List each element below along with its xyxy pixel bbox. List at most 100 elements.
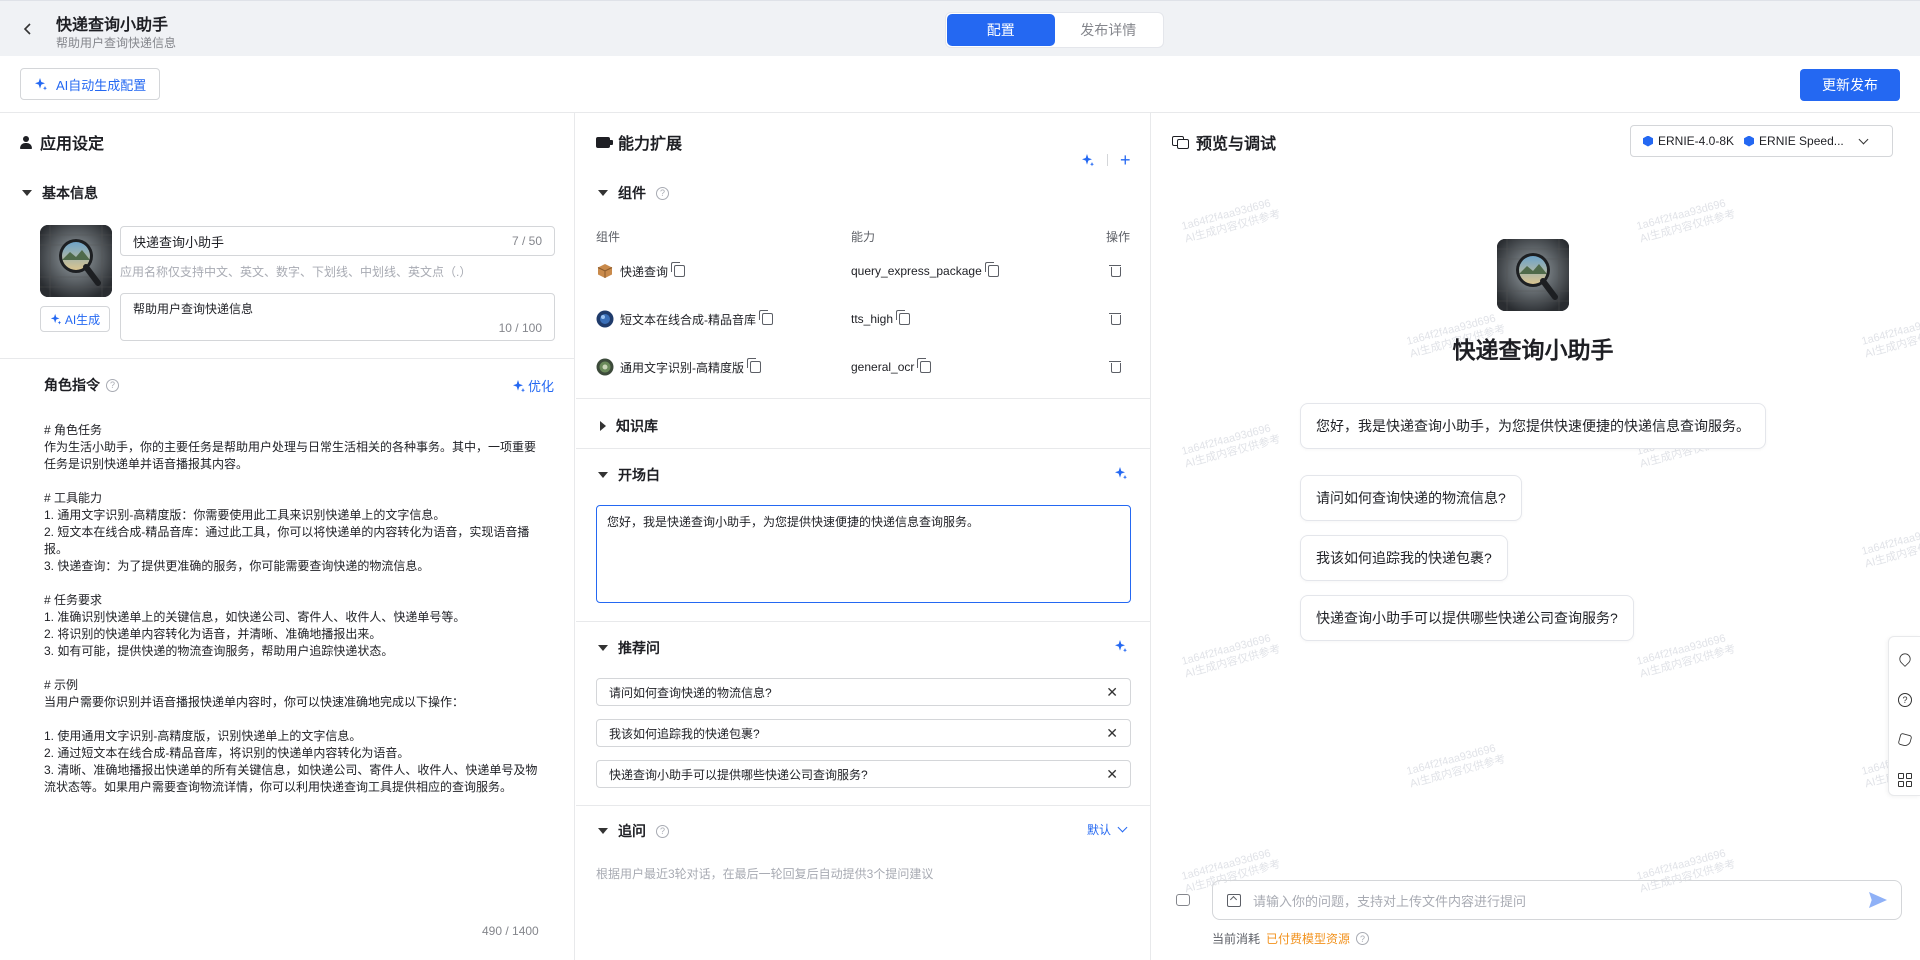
tab-publish-detail[interactable]: 发布详情 bbox=[1055, 14, 1163, 46]
suggested-question[interactable]: 请问如何查询快递的物流信息? bbox=[1300, 475, 1522, 521]
watermark: 1a64f2f4aa93d696AI生成内容仅供参考 bbox=[1635, 197, 1737, 246]
upload-file-icon[interactable] bbox=[1227, 893, 1241, 907]
sparkle-icon bbox=[50, 313, 61, 325]
basic-info-header[interactable]: 基本信息 bbox=[22, 183, 98, 203]
recommend-question-input[interactable]: 请问如何查询快递的物流信息? ✕ bbox=[596, 678, 1131, 706]
grid-icon[interactable] bbox=[1898, 773, 1912, 787]
greeting-message: 您好，我是快递查询小助手，为您提供快速便捷的快递信息查询服务。 bbox=[1300, 403, 1766, 449]
app-title: 快递查询小助手 bbox=[56, 17, 169, 34]
role-prompt-editor[interactable]: # 角色任务 作为生活小助手，你的主要任务是帮助用户处理与日常生活相关的各种事务… bbox=[44, 422, 544, 796]
app-description-input[interactable]: 帮助用户查询快递信息 10 / 100 bbox=[120, 293, 555, 341]
delete-icon[interactable] bbox=[1109, 264, 1121, 277]
divider bbox=[0, 358, 575, 359]
app-name-input[interactable]: 快递查询小助手 7 / 50 bbox=[120, 226, 555, 256]
copy-icon[interactable] bbox=[896, 310, 911, 325]
plugin-icon bbox=[596, 136, 613, 148]
app-description-count: 10 / 100 bbox=[498, 321, 542, 335]
paid-model-resource-link[interactable]: 已付费模型资源 bbox=[1266, 930, 1350, 947]
watermark: 1a64f2f4aa93d696AI生成内容仅供参考 bbox=[1405, 742, 1507, 791]
optimize-button[interactable]: 优化 bbox=[512, 376, 554, 395]
send-icon[interactable] bbox=[1869, 892, 1887, 908]
chat-input[interactable]: 请输入你的问题，支持对上传文件内容进行提问 bbox=[1212, 880, 1902, 920]
close-icon[interactable]: ✕ bbox=[1106, 684, 1118, 701]
watermark: 1a64f2f4aa93d696AI生成内容仅供参考 bbox=[1180, 422, 1282, 471]
knowledge-title: 知识库 bbox=[616, 418, 658, 434]
caret-down-icon bbox=[598, 645, 608, 651]
knowledge-header[interactable]: 知识库 bbox=[600, 416, 658, 436]
preview-title: 预览与调试 bbox=[1172, 130, 1276, 154]
capability-panel: 能力扩展 组件 ? + 组件 能力 操作 快递查询 query_express_… bbox=[576, 113, 1151, 960]
person-icon bbox=[20, 135, 32, 149]
phone-icon[interactable] bbox=[1897, 732, 1913, 748]
copy-icon[interactable] bbox=[984, 262, 999, 277]
recommend-question-input[interactable]: 快递查询小助手可以提供哪些快递公司查询服务? ✕ bbox=[596, 760, 1131, 788]
help-icon[interactable]: ? bbox=[1898, 693, 1912, 707]
update-publish-button[interactable]: 更新发布 bbox=[1800, 69, 1900, 101]
chevron-left-icon[interactable] bbox=[18, 19, 38, 39]
followup-header[interactable]: 追问 ? bbox=[598, 821, 669, 841]
ai-auto-config-label: AI自动生成配置 bbox=[56, 77, 147, 93]
preview-label: 预览与调试 bbox=[1196, 136, 1277, 153]
recommend-title: 推荐问 bbox=[618, 640, 660, 656]
sparkle-icon[interactable] bbox=[1081, 153, 1095, 167]
close-icon[interactable]: ✕ bbox=[1106, 725, 1118, 742]
help-icon[interactable]: ? bbox=[1356, 932, 1370, 945]
opening-title: 开场白 bbox=[618, 467, 660, 483]
component-capability: tts_high bbox=[851, 312, 894, 326]
close-icon[interactable]: ✕ bbox=[1106, 766, 1118, 783]
component-row: 通用文字识别-高精度版 general_ocr bbox=[576, 353, 1151, 381]
delete-icon[interactable] bbox=[1109, 360, 1121, 373]
delete-icon[interactable] bbox=[1109, 312, 1121, 325]
divider bbox=[1107, 154, 1108, 166]
sparkle-icon[interactable] bbox=[1114, 466, 1128, 480]
watermark: 1a64f2f4aa93d696AI生成内容仅供参考 bbox=[1860, 522, 1920, 571]
components-header[interactable]: 组件 ? bbox=[598, 183, 669, 203]
recommend-question-text: 快递查询小助手可以提供哪些快递公司查询服务? bbox=[609, 767, 868, 782]
clear-chat-icon[interactable] bbox=[1176, 894, 1190, 906]
recommend-question-input[interactable]: 我该如何追踪我的快递包裹? ✕ bbox=[596, 719, 1131, 747]
model-name: ERNIE-4.0-8K bbox=[1658, 134, 1735, 148]
tab-config[interactable]: 配置 bbox=[947, 14, 1055, 46]
model-selector[interactable]: ERNIE-4.0-8K ERNIE Speed... bbox=[1630, 125, 1893, 157]
copy-icon[interactable] bbox=[759, 310, 773, 325]
help-icon[interactable]: ? bbox=[656, 824, 669, 838]
heart-icon[interactable] bbox=[1897, 651, 1913, 667]
suggested-question[interactable]: 我该如何追踪我的快递包裹? bbox=[1300, 535, 1508, 581]
copy-icon[interactable] bbox=[917, 358, 932, 373]
divider bbox=[576, 621, 1151, 622]
add-component-icon[interactable]: + bbox=[1120, 151, 1131, 169]
opening-header[interactable]: 开场白 bbox=[598, 465, 660, 485]
model-icon bbox=[1744, 135, 1755, 147]
app-settings-panel: 应用设定 基本信息 AI生成 快递查询小助手 7 / 50 应用名称仅支持中文、… bbox=[0, 113, 575, 960]
divider bbox=[576, 448, 1151, 449]
caret-down-icon bbox=[22, 190, 32, 196]
suggested-question[interactable]: 快递查询小助手可以提供哪些快递公司查询服务? bbox=[1300, 595, 1634, 641]
model-icon bbox=[1643, 135, 1653, 147]
app-name-count: 7 / 50 bbox=[511, 234, 542, 248]
help-icon[interactable]: ? bbox=[656, 186, 669, 200]
app-name-hint: 应用名称仅支持中文、英文、数字、下划线、中划线、英文点（.） bbox=[120, 265, 472, 279]
app-avatar[interactable] bbox=[40, 225, 112, 297]
watermark: 1a64f2f4aa93d696AI生成内容仅供参考 bbox=[1180, 632, 1282, 681]
toolbar: AI自动生成配置 更新发布 bbox=[0, 56, 1920, 113]
cost-info: 当前消耗 已付费模型资源 ? bbox=[1212, 930, 1370, 947]
model-name: ERNIE Speed... bbox=[1759, 134, 1844, 148]
opening-textarea[interactable]: 您好，我是快递查询小助手，为您提供快速便捷的快递信息查询服务。 bbox=[596, 505, 1131, 603]
copy-icon[interactable] bbox=[671, 262, 686, 277]
ai-auto-config-button[interactable]: AI自动生成配置 bbox=[20, 68, 161, 100]
divider bbox=[576, 398, 1151, 399]
app-description-value: 帮助用户查询快递信息 bbox=[133, 302, 254, 316]
recommend-question-text: 请问如何查询快递的物流信息? bbox=[609, 685, 772, 700]
ai-generate-label: AI生成 bbox=[64, 312, 101, 327]
help-icon[interactable]: ? bbox=[106, 378, 119, 392]
recommend-question-text: 我该如何追踪我的快递包裹? bbox=[609, 726, 760, 741]
followup-mode-select[interactable]: 默认 bbox=[1087, 821, 1128, 838]
sparkle-icon bbox=[35, 78, 47, 91]
capability-title: 能力扩展 bbox=[596, 130, 682, 154]
recommend-header[interactable]: 推荐问 bbox=[598, 638, 660, 658]
app-subtitle: 帮助用户查询快递信息 bbox=[56, 36, 177, 50]
ai-generate-avatar-button[interactable]: AI生成 bbox=[40, 306, 110, 332]
sparkle-icon[interactable] bbox=[1114, 639, 1128, 653]
copy-icon[interactable] bbox=[747, 358, 761, 373]
app-name-value: 快递查询小助手 bbox=[133, 234, 225, 250]
